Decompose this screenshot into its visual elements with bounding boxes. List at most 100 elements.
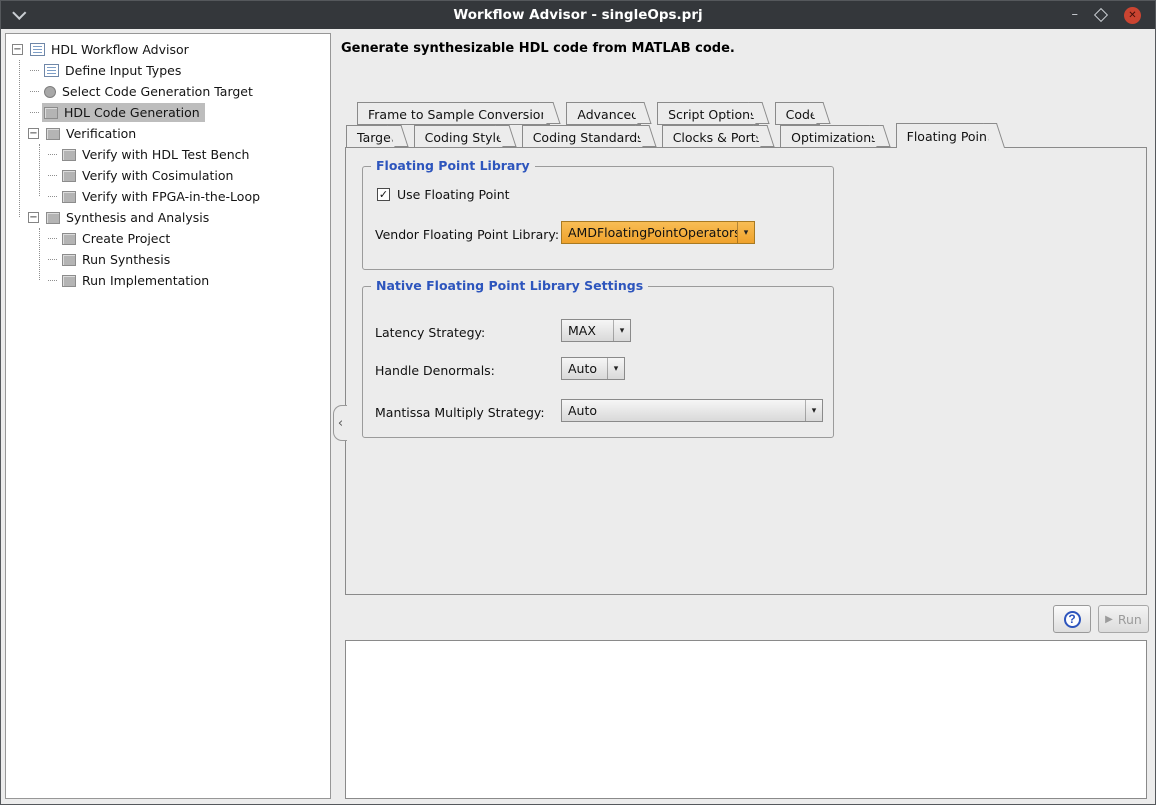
titlebar[interactable]: Workflow Advisor - singleOps.prj – ✕ [1, 1, 1155, 29]
tree-item-label: Select Code Generation Target [62, 84, 253, 99]
tab-label: Coding Standards [533, 130, 644, 145]
close-icon[interactable]: ✕ [1124, 7, 1141, 24]
tab-optimizations[interactable]: Optimizations [780, 125, 879, 148]
workflow-tree: − HDL Workflow Advisor Define Input Type… [6, 34, 330, 291]
window-title: Workflow Advisor - singleOps.prj [1, 7, 1155, 23]
block-icon [62, 233, 76, 245]
window-controls: – ✕ [1072, 1, 1142, 29]
floating-point-tab-panel: Floating Point Library ✓ Use Floating Po… [345, 147, 1147, 595]
help-button[interactable]: ? [1053, 605, 1091, 633]
tab-label: Frame to Sample Conversion [368, 107, 548, 122]
sidebar-item-define-input-types[interactable]: Define Input Types [6, 60, 330, 81]
tab-strip-row2: Target Coding Style Coding Standards Clo… [346, 125, 1010, 148]
tree-stub [48, 154, 57, 155]
sidebar-item-verify-with-cosimulation[interactable]: Verify with Cosimulation [6, 165, 330, 186]
tab-script-options[interactable]: Script Options [657, 102, 758, 125]
block-icon [62, 275, 76, 287]
sidebar-item-select-code-generation-target[interactable]: Select Code Generation Target [6, 81, 330, 102]
block-icon [44, 107, 58, 119]
workflow-tree-panel: − HDL Workflow Advisor Define Input Type… [5, 33, 331, 799]
floating-point-library-group: Floating Point Library ✓ Use Floating Po… [362, 166, 834, 270]
sidebar-item-verify-with-fpga-in-the-loop[interactable]: Verify with FPGA-in-the-Loop [6, 186, 330, 207]
tree-stub [48, 280, 57, 281]
play-icon: ▶ [1105, 614, 1113, 625]
tree-stub [48, 196, 57, 197]
chevron-down-icon[interactable]: ▾ [805, 400, 822, 421]
tree-stub [48, 259, 57, 260]
tab-label: Coding Style [425, 130, 504, 145]
mantissa-multiply-strategy-label: Mantissa Multiply Strategy: [375, 405, 545, 420]
tab-frame-to-sample-conversion[interactable]: Frame to Sample Conversion [357, 102, 550, 125]
combo-value: Auto [562, 358, 603, 379]
vendor-floating-point-library-select[interactable]: AMDFloatingPointOperators ▾ [561, 221, 755, 244]
chevron-down-icon[interactable] [12, 6, 26, 20]
sidebar-item-create-project[interactable]: Create Project [6, 228, 330, 249]
tree-item-label: Run Implementation [82, 273, 209, 288]
group-title: Floating Point Library [371, 158, 535, 173]
tree-stub [30, 70, 39, 71]
tab-coding-style[interactable]: Coding Style [414, 125, 506, 148]
block-icon [62, 191, 76, 203]
use-floating-point-checkbox[interactable]: ✓ Use Floating Point [377, 187, 510, 202]
handle-denormals-select[interactable]: Auto ▾ [561, 357, 625, 380]
tab-floating-point[interactable]: Floating Point [896, 123, 994, 148]
tab-label: Clocks & Ports [673, 130, 762, 145]
task-icon [44, 64, 59, 77]
chevron-left-icon: ‹ [338, 416, 343, 431]
workflow-advisor-window: Workflow Advisor - singleOps.prj – ✕ − H… [0, 0, 1156, 805]
latency-strategy-label: Latency Strategy: [375, 325, 485, 340]
tree-item-label: HDL Code Generation [64, 105, 200, 120]
combo-value: Auto [562, 400, 603, 421]
sidebar-item-synthesis-and-analysis[interactable]: − Synthesis and Analysis [6, 207, 330, 228]
run-button-label: Run [1118, 612, 1142, 627]
tab-code[interactable]: Code [775, 102, 820, 125]
sidebar-item-run-implementation[interactable]: Run Implementation [6, 270, 330, 291]
sidebar-item-verification[interactable]: − Verification [6, 123, 330, 144]
collapse-toggle-icon[interactable]: − [28, 128, 39, 139]
tree-item-label: Create Project [82, 231, 170, 246]
tree-item-label: HDL Workflow Advisor [51, 42, 189, 57]
collapse-toggle-icon[interactable]: − [12, 44, 23, 55]
checkbox-checked-icon[interactable]: ✓ [377, 188, 390, 201]
tree-item-label: Define Input Types [65, 63, 181, 78]
sidebar-item-run-synthesis[interactable]: Run Synthesis [6, 249, 330, 270]
tab-coding-standards[interactable]: Coding Standards [522, 125, 646, 148]
combo-value: AMDFloatingPointOperators [562, 222, 737, 243]
block-icon [62, 254, 76, 266]
tab-label: Optimizations [791, 130, 877, 145]
tree-item-label: Verify with HDL Test Bench [82, 147, 249, 162]
mantissa-multiply-strategy-select[interactable]: Auto ▾ [561, 399, 823, 422]
restore-icon[interactable] [1094, 8, 1108, 22]
tree-item-label: Verify with FPGA-in-the-Loop [82, 189, 260, 204]
help-icon: ? [1064, 611, 1081, 628]
tab-label: Advanced [577, 107, 639, 122]
tree-item-label: Synthesis and Analysis [66, 210, 209, 225]
combo-value: MAX [562, 320, 602, 341]
tab-clocks-ports[interactable]: Clocks & Ports [662, 125, 764, 148]
tree-stub [30, 91, 39, 92]
native-floating-point-settings-group: Native Floating Point Library Settings L… [362, 286, 834, 438]
minimize-icon[interactable]: – [1072, 10, 1079, 20]
sidebar-item-hdl-workflow-advisor[interactable]: − HDL Workflow Advisor [6, 39, 330, 60]
tree-item-label: Run Synthesis [82, 252, 170, 267]
page-title: Generate synthesizable HDL code from MAT… [341, 41, 735, 56]
collapse-toggle-icon[interactable]: − [28, 212, 39, 223]
chevron-down-icon[interactable]: ▾ [607, 358, 624, 379]
tree-stub [48, 175, 57, 176]
sidebar-item-hdl-code-generation[interactable]: HDL Code Generation [6, 102, 330, 123]
sidebar-item-verify-with-hdl-test-bench[interactable]: Verify with HDL Test Bench [6, 144, 330, 165]
tree-stub [48, 238, 57, 239]
chevron-down-icon[interactable]: ▾ [737, 222, 754, 243]
latency-strategy-select[interactable]: MAX ▾ [561, 319, 631, 342]
block-icon [62, 170, 76, 182]
block-icon [46, 128, 60, 140]
block-icon [46, 212, 60, 224]
checkbox-label: Use Floating Point [397, 187, 510, 202]
advisor-icon [30, 43, 45, 56]
tab-advanced[interactable]: Advanced [566, 102, 641, 125]
sidebar-collapse-handle[interactable]: ‹ [333, 405, 347, 441]
tab-target[interactable]: Target [346, 125, 398, 148]
status-log-panel[interactable] [345, 640, 1147, 799]
run-button[interactable]: ▶ Run [1098, 605, 1149, 633]
chevron-down-icon[interactable]: ▾ [613, 320, 630, 341]
